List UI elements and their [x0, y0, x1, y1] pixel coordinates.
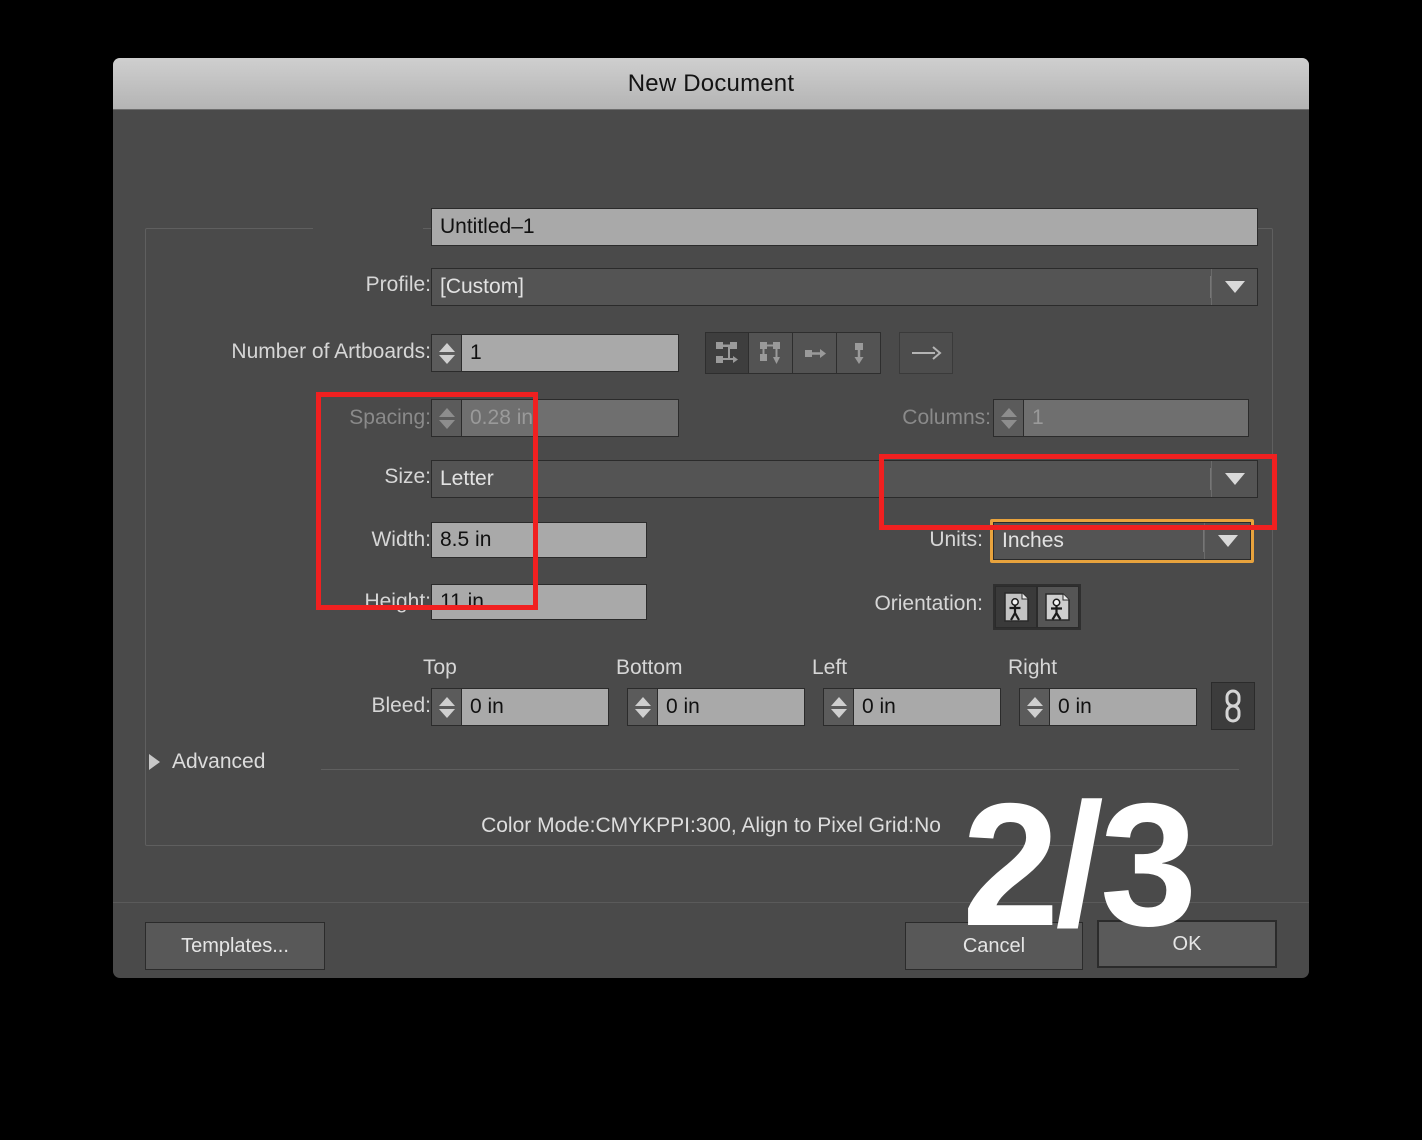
- bleed-right-group: 0 in: [1019, 688, 1197, 726]
- advanced-toggle[interactable]: Advanced: [149, 750, 265, 774]
- stepper-up-icon[interactable]: [1027, 697, 1043, 706]
- arrange-by-row-icon[interactable]: [793, 332, 837, 374]
- stepper-up-icon: [1001, 408, 1017, 417]
- size-value: Letter: [440, 467, 494, 491]
- columns-label: Columns:: [813, 406, 991, 430]
- bleed-right-input[interactable]: 0 in: [1049, 688, 1197, 726]
- bleed-top-group: 0 in: [431, 688, 609, 726]
- width-label: Width:: [311, 528, 431, 552]
- chevron-down-icon[interactable]: [1211, 269, 1257, 305]
- bleed-left-stepper[interactable]: [823, 688, 853, 726]
- bleed-top-input[interactable]: 0 in: [461, 688, 609, 726]
- stepper-down-icon: [439, 420, 455, 429]
- stepper-up-icon[interactable]: [831, 697, 847, 706]
- spacing-stepper-group: 0.28 in: [431, 399, 679, 437]
- page-counter-overlay: 2/3: [962, 778, 1193, 953]
- stepper-down-icon: [1001, 420, 1017, 429]
- height-label: Height:: [311, 590, 431, 614]
- bleed-label: Bleed:: [311, 694, 431, 718]
- stepper-up-icon: [439, 408, 455, 417]
- width-input[interactable]: 8.5 in: [431, 522, 647, 558]
- dialog-titlebar: New Document: [113, 58, 1309, 110]
- artboards-stepper-group: 1: [431, 334, 679, 372]
- screenshot-stage: New Document Name: Untitled–1 Profile: […: [0, 0, 1422, 1140]
- size-label: Size:: [331, 465, 431, 489]
- grid-by-column-icon[interactable]: [749, 332, 793, 374]
- artboard-layout-button-group: [705, 332, 881, 374]
- templates-button[interactable]: Templates...: [145, 922, 325, 970]
- grid-by-row-icon[interactable]: [705, 332, 749, 374]
- link-bleed-values-icon[interactable]: [1211, 682, 1255, 730]
- artboards-input[interactable]: 1: [461, 334, 679, 372]
- artboards-label: Number of Artboards:: [153, 340, 431, 364]
- change-to-right-to-left-layout-icon[interactable]: [899, 332, 953, 374]
- orientation-label: Orientation:: [793, 592, 983, 616]
- arrange-by-column-icon[interactable]: [837, 332, 881, 374]
- bleed-left-header: Left: [812, 656, 847, 680]
- spacing-stepper: [431, 399, 461, 437]
- chevron-down-icon[interactable]: [1204, 523, 1250, 559]
- orientation-button-group: [993, 584, 1081, 630]
- stepper-up-icon[interactable]: [439, 343, 455, 352]
- artboards-stepper[interactable]: [431, 334, 461, 372]
- profile-dropdown[interactable]: [Custom]: [431, 268, 1258, 306]
- stepper-down-icon[interactable]: [439, 355, 455, 364]
- landscape-orientation-icon[interactable]: [1037, 586, 1079, 628]
- bleed-right-stepper[interactable]: [1019, 688, 1049, 726]
- chevron-down-icon[interactable]: [1211, 461, 1257, 497]
- stepper-down-icon[interactable]: [635, 709, 651, 718]
- bleed-left-group: 0 in: [823, 688, 1001, 726]
- stepper-up-icon[interactable]: [635, 697, 651, 706]
- triangle-right-icon[interactable]: [149, 754, 160, 770]
- units-label: Units:: [793, 528, 983, 552]
- bleed-right-header: Right: [1008, 656, 1057, 680]
- bleed-bottom-stepper[interactable]: [627, 688, 657, 726]
- columns-stepper: [993, 399, 1023, 437]
- bleed-bottom-input[interactable]: 0 in: [657, 688, 805, 726]
- columns-stepper-group: 1: [993, 399, 1249, 437]
- spacing-input: 0.28 in: [461, 399, 679, 437]
- name-input[interactable]: Untitled–1: [431, 208, 1258, 246]
- profile-label: Profile:: [331, 273, 431, 297]
- units-value: Inches: [1002, 529, 1064, 553]
- stepper-up-icon[interactable]: [439, 697, 455, 706]
- dialog-title: New Document: [628, 70, 794, 98]
- size-dropdown[interactable]: Letter: [431, 460, 1258, 498]
- bleed-top-stepper[interactable]: [431, 688, 461, 726]
- bleed-left-input[interactable]: 0 in: [853, 688, 1001, 726]
- profile-value: [Custom]: [440, 275, 524, 299]
- stepper-down-icon[interactable]: [831, 709, 847, 718]
- bleed-bottom-group: 0 in: [627, 688, 805, 726]
- stepper-down-icon[interactable]: [439, 709, 455, 718]
- advanced-label: Advanced: [172, 750, 265, 774]
- portrait-orientation-icon[interactable]: [995, 586, 1037, 628]
- bleed-top-header: Top: [423, 656, 457, 680]
- stepper-down-icon[interactable]: [1027, 709, 1043, 718]
- spacing-label: Spacing:: [253, 406, 431, 430]
- columns-input: 1: [1023, 399, 1249, 437]
- units-dropdown[interactable]: Inches: [993, 522, 1251, 560]
- height-input[interactable]: 11 in: [431, 584, 647, 620]
- bleed-bottom-header: Bottom: [616, 656, 683, 680]
